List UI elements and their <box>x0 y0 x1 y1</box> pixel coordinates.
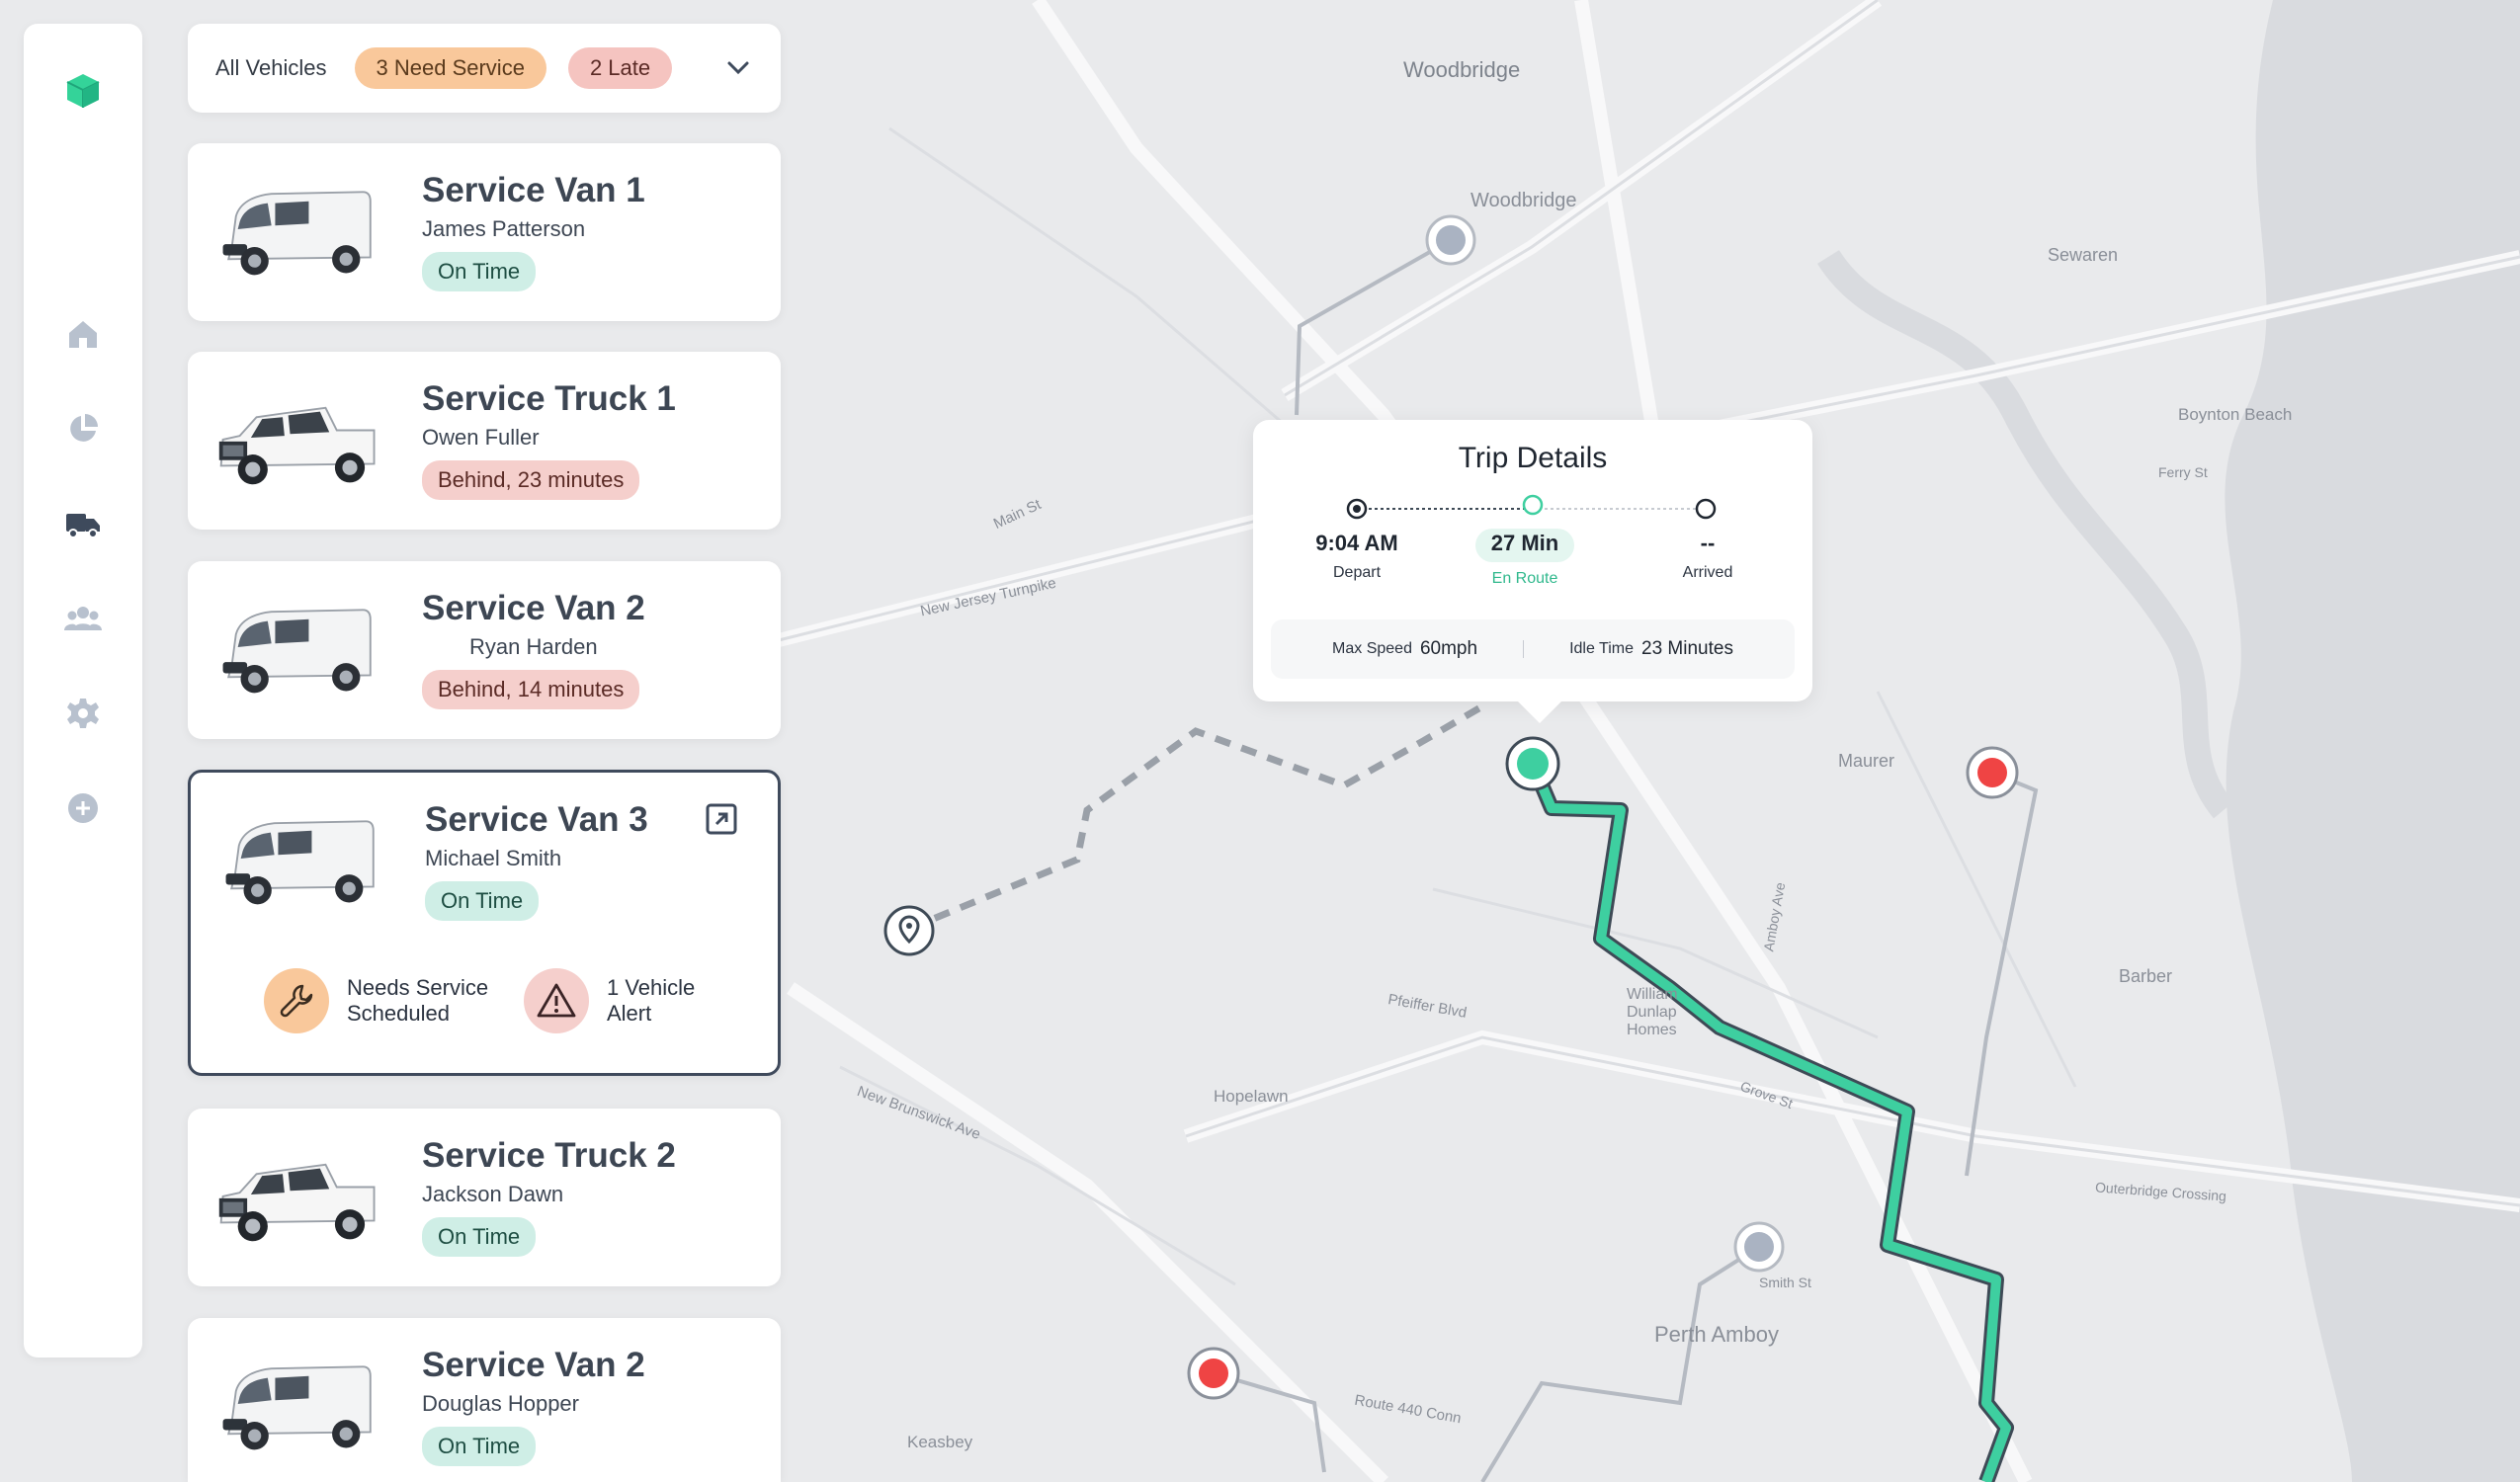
enroute-label: En Route <box>1491 570 1558 587</box>
depart-label: Depart <box>1332 564 1382 581</box>
filter-late[interactable]: 2 Late <box>567 47 673 89</box>
status-badge: On Time <box>425 881 540 921</box>
vehicle-name: Service Van 2 <box>422 1346 645 1384</box>
truck-image <box>217 1163 376 1243</box>
map-label: Maurer <box>1838 751 1895 771</box>
status-badge: Behind, 23 minutes <box>422 460 640 500</box>
vehicle-name: Service Truck 1 <box>422 379 676 418</box>
vehicle-card[interactable]: Service Van 2 Douglas Hopper On Time <box>188 1318 781 1482</box>
filter-all-vehicles[interactable]: All Vehicles <box>215 55 327 81</box>
map-label: Smith St <box>1759 1275 1811 1290</box>
van-image <box>221 191 372 277</box>
map-label: Keasbey <box>907 1433 973 1451</box>
driver-name: James Patterson <box>422 216 586 241</box>
alert-needs-service[interactable]: Needs Service Scheduled <box>264 968 488 1033</box>
trip-details-popup: Trip Details 9:04 AM Depart 27 Min En Ro… <box>1253 420 1812 723</box>
users-icon[interactable] <box>63 599 103 638</box>
truck-icon[interactable] <box>63 504 103 543</box>
marker-red-sw <box>1187 1347 1240 1400</box>
idle-time-value: 23 Minutes <box>1641 638 1733 659</box>
alert-text-line: Needs Service <box>347 975 489 1000</box>
map-label: Barber <box>2119 966 2173 986</box>
map-label: Woodbridge <box>1470 190 1577 211</box>
status-badge: Behind, 14 minutes <box>422 670 640 709</box>
marker-red-east <box>1966 746 2019 799</box>
warning-icon <box>524 968 589 1033</box>
map-label: Sewaren <box>2048 245 2119 265</box>
truck-image <box>217 406 376 486</box>
driver-name: Jackson Dawn <box>422 1182 564 1206</box>
home-icon[interactable] <box>63 314 103 354</box>
route-grey-south <box>1480 1245 1761 1482</box>
vehicle-card[interactable]: Service Van 2 Ryan Harden Behind, 14 min… <box>188 561 781 739</box>
chevron-down-icon[interactable] <box>723 53 753 83</box>
vehicle-name: Service Truck 2 <box>422 1136 676 1175</box>
map-label: Boynton Beach <box>2178 405 2293 424</box>
max-speed-label: Max Speed <box>1332 640 1412 657</box>
map-label: Ferry St <box>2158 464 2208 480</box>
stats-divider <box>1523 640 1525 658</box>
vehicle-card[interactable]: Service Truck 2 Jackson Dawn On Time <box>188 1109 781 1286</box>
driver-name: Michael Smith <box>425 846 562 870</box>
map-label: Perth Amboy <box>1654 1322 1779 1347</box>
vehicle-card-selected[interactable]: Service Van 3 Michael Smith On Time Need… <box>188 770 781 1076</box>
filter-need-service[interactable]: 3 Need Service <box>354 47 546 89</box>
max-speed-value: 60mph <box>1419 638 1478 659</box>
van-image <box>224 820 375 906</box>
map-water <box>2225 0 2520 1482</box>
arrived-label: Arrived <box>1682 564 1733 581</box>
alert-text-line: Alert <box>607 1001 652 1026</box>
logo-icon[interactable] <box>63 71 103 111</box>
trip-progress <box>1346 494 1717 520</box>
vehicle-name: Service Van 1 <box>422 171 645 209</box>
van-image <box>221 1365 372 1451</box>
status-badge: On Time <box>422 252 537 291</box>
wrench-icon <box>264 968 329 1033</box>
chart-pie-icon[interactable] <box>63 409 103 449</box>
sidebar <box>24 24 142 1358</box>
status-badge: On Time <box>422 1427 537 1466</box>
driver-name: Owen Fuller <box>422 425 540 450</box>
van-image <box>221 609 372 695</box>
route-grey-north <box>1295 238 1452 416</box>
alert-vehicle[interactable]: 1 Vehicle Alert <box>524 968 695 1033</box>
map-label: William Dunlap Homes <box>1627 986 1678 1038</box>
trip-stats: Max Speed 60mph Idle Time 23 Minutes <box>1271 619 1795 679</box>
trip-title: Trip Details <box>1458 442 1608 474</box>
arrived-time: -- <box>1700 531 1716 555</box>
vehicle-name: Service Van 2 <box>422 589 645 627</box>
route-grey-east <box>1965 771 2039 1177</box>
status-badge: On Time <box>422 1217 537 1257</box>
vehicle-card[interactable]: Service Van 1 James Patterson On Time <box>188 143 781 321</box>
map-label: Hopelawn <box>1214 1087 1289 1106</box>
alert-text-line: Scheduled <box>347 1001 450 1026</box>
filter-bar: All Vehicles 3 Need Service 2 Late <box>188 24 781 113</box>
marker-grey-perth <box>1733 1221 1785 1273</box>
map-label: Woodbridge <box>1403 57 1521 82</box>
marker-pin-start <box>883 905 935 956</box>
driver-name: Douglas Hopper <box>422 1391 579 1416</box>
vehicle-name: Service Van 3 <box>425 800 648 839</box>
marker-green-active <box>1505 736 1560 791</box>
driver-name: Ryan Harden <box>469 634 598 659</box>
alert-text-line: 1 Vehicle <box>607 975 696 1000</box>
plus-circle-icon[interactable] <box>63 788 103 828</box>
depart-time: 9:04 AM <box>1315 531 1398 555</box>
gear-icon[interactable] <box>63 694 103 733</box>
vehicle-card[interactable]: Service Truck 1 Owen Fuller Behind, 23 m… <box>188 352 781 530</box>
open-external-icon[interactable] <box>705 802 738 836</box>
route-dashed <box>907 702 1484 933</box>
enroute-time: 27 Min <box>1490 531 1559 555</box>
marker-grey-woodbridge <box>1425 214 1476 266</box>
idle-time-label: Idle Time <box>1569 640 1634 657</box>
